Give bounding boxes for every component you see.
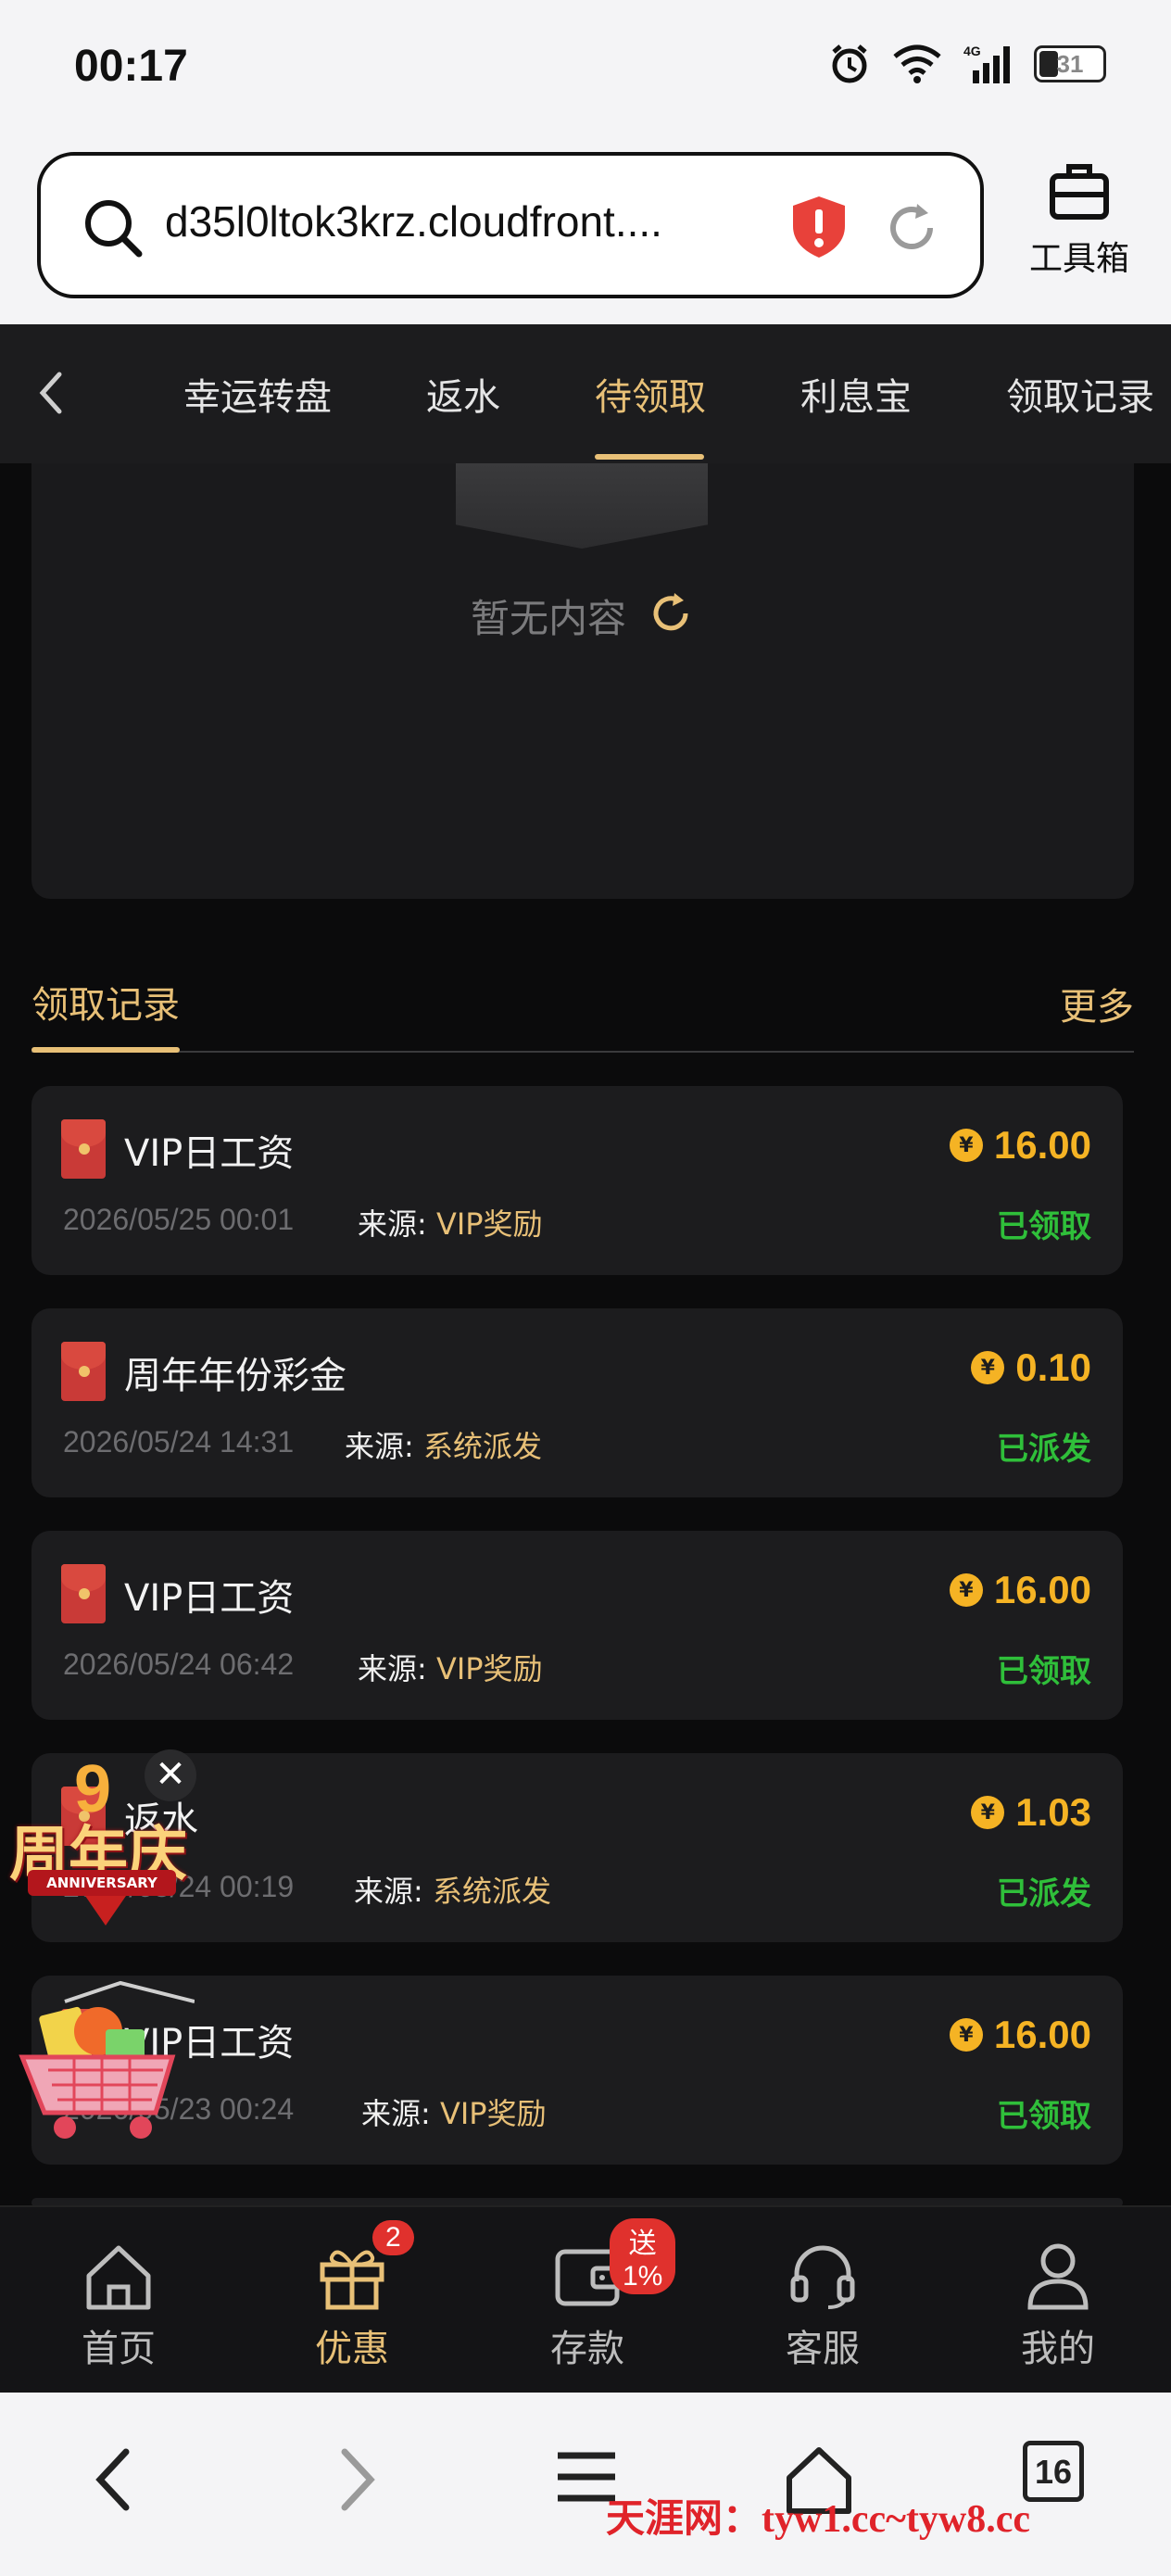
record-amount: ¥1.03 xyxy=(971,1790,1091,1835)
browser-toolbar: d35l0ltok3krz.cloudfront.... 工具箱 xyxy=(0,139,1171,324)
security-warning-icon[interactable] xyxy=(789,195,849,259)
record-source: 来源: VIP奖励 xyxy=(361,2096,547,2131)
record-card[interactable]: VIP日工资 ¥16.00 2026/05/23 00:24 来源: VIP奖励… xyxy=(31,1976,1123,2165)
tab-lucky-wheel[interactable]: 幸运转盘 xyxy=(183,367,332,421)
records-header: 领取记录 更多 xyxy=(31,964,1134,1053)
toolbox-label: 工具箱 xyxy=(1028,240,1129,278)
record-amount: ¥16.00 xyxy=(949,1568,1091,1612)
shopping-cart-icon[interactable] xyxy=(9,1974,195,2150)
nav-deposit-label: 存款 xyxy=(550,2328,624,2370)
record-card[interactable]: VIP日工资 ¥16.00 2026/05/24 06:42 来源: VIP奖励… xyxy=(31,1531,1123,1720)
more-link[interactable]: 更多 xyxy=(1060,977,1134,1030)
close-badge-button[interactable]: ✕ xyxy=(145,1749,196,1801)
records-title: 领取记录 xyxy=(31,984,180,1027)
browser-back-icon[interactable] xyxy=(87,2444,143,2515)
deposit-bonus-badge: 送1% xyxy=(610,2218,676,2294)
record-title: 周年年份彩金 xyxy=(124,1355,346,1397)
record-amount: ¥0.10 xyxy=(971,1345,1091,1390)
tab-interest[interactable]: 利息宝 xyxy=(800,367,912,421)
record-status: 已派发 xyxy=(997,1875,1091,1913)
record-title: VIP日工资 xyxy=(124,1132,295,1175)
nav-profile[interactable]: 我的 xyxy=(984,2241,1132,2372)
tab-claim-history[interactable]: 领取记录 xyxy=(1006,367,1154,421)
nav-promotions[interactable]: 优惠 2 xyxy=(278,2220,426,2372)
nav-support[interactable]: 客服 xyxy=(749,2241,897,2372)
nav-home-label: 首页 xyxy=(82,2328,156,2370)
status-icons: 4G 31 xyxy=(828,43,1106,85)
red-envelope-icon xyxy=(61,1119,106,1179)
search-icon xyxy=(85,200,143,258)
signal-icon: 4G xyxy=(963,44,1010,83)
nav-profile-label: 我的 xyxy=(1021,2328,1095,2370)
records-title-underline xyxy=(31,1047,180,1053)
record-amount: ¥16.00 xyxy=(949,2013,1091,2057)
record-card[interactable]: 周年年份彩金 ¥0.10 2026/05/24 14:31 来源: 系统派发 已… xyxy=(31,1308,1123,1497)
back-chevron-icon[interactable] xyxy=(28,365,74,421)
empty-box-icon xyxy=(456,463,708,549)
red-envelope-icon xyxy=(61,1342,106,1401)
toolbox-button[interactable]: 工具箱 xyxy=(1019,161,1140,280)
home-icon xyxy=(86,2245,151,2310)
record-source: 来源: VIP奖励 xyxy=(358,1206,543,1242)
record-status: 已领取 xyxy=(997,1653,1091,1690)
anniversary-ribbon: ANNIVERSARY xyxy=(28,1870,176,1896)
battery-level: 31 xyxy=(1056,50,1084,78)
browser-bottom-bar: 16 天涯网：tyw1.cc~tyw8.cc xyxy=(0,2393,1171,2576)
record-source: 来源: 系统派发 xyxy=(354,1874,551,1909)
wifi-icon xyxy=(893,44,941,83)
coin-icon: ¥ xyxy=(949,2018,983,2052)
record-source: 来源: 系统派发 xyxy=(345,1429,542,1464)
url-text: d35l0ltok3krz.cloudfront.... xyxy=(165,197,662,246)
coin-icon: ¥ xyxy=(949,1573,983,1607)
address-bar[interactable]: d35l0ltok3krz.cloudfront.... xyxy=(37,152,984,298)
alarm-icon xyxy=(832,44,867,83)
record-status: 已领取 xyxy=(997,1208,1091,1245)
coin-icon: ¥ xyxy=(949,1129,983,1162)
active-tab-indicator xyxy=(595,454,704,460)
promotions-badge: 2 xyxy=(372,2220,414,2255)
refresh-icon[interactable] xyxy=(647,589,695,638)
watermark-text: 天涯网：tyw1.cc~tyw8.cc xyxy=(606,2498,1031,2541)
record-status: 已派发 xyxy=(997,1431,1091,1468)
record-date: 2026/05/25 00:01 xyxy=(63,1203,295,1236)
tabs-count-button[interactable]: 16 xyxy=(1023,2441,1084,2502)
tab-rebate[interactable]: 返水 xyxy=(426,367,500,421)
coin-icon: ¥ xyxy=(971,1796,1005,1829)
toolbox-icon xyxy=(1050,164,1109,220)
record-date: 2026/05/24 06:42 xyxy=(63,1648,295,1681)
nav-promotions-label: 优惠 xyxy=(315,2328,389,2370)
record-amount: ¥16.00 xyxy=(949,1123,1091,1168)
record-title: VIP日工资 xyxy=(124,1577,295,1620)
user-icon xyxy=(1027,2243,1089,2310)
network-type: 4G xyxy=(963,44,981,58)
anniversary-tip xyxy=(85,1896,126,1926)
status-bar: 00:17 4G 31 xyxy=(0,0,1171,139)
nav-deposit[interactable]: 存款 送1% xyxy=(513,2218,676,2372)
coin-icon: ¥ xyxy=(971,1351,1005,1384)
tab-pending[interactable]: 待领取 xyxy=(595,367,706,421)
record-status: 已领取 xyxy=(997,2098,1091,2135)
pending-panel: 暂无内容 xyxy=(31,463,1134,899)
nav-home[interactable]: 首页 xyxy=(44,2241,193,2372)
battery-icon: 31 xyxy=(1034,45,1106,82)
status-time: 00:17 xyxy=(74,42,188,91)
empty-state-text: 暂无内容 xyxy=(471,596,627,641)
app-bottom-nav: 首页 优惠 2 存款 送1% 客服 我的 xyxy=(0,2205,1171,2393)
record-date: 2026/05/24 14:31 xyxy=(63,1425,295,1458)
category-tabs: 幸运转盘 返水 待领取 利息宝 领取记录 xyxy=(0,324,1171,463)
reload-icon[interactable] xyxy=(882,198,941,258)
red-envelope-icon xyxy=(61,1564,106,1623)
record-source: 来源: VIP奖励 xyxy=(358,1651,543,1686)
headset-icon xyxy=(790,2245,855,2309)
record-card[interactable]: VIP日工资 ¥16.00 2026/05/25 00:01 来源: VIP奖励… xyxy=(31,1086,1123,1275)
browser-forward-icon[interactable] xyxy=(328,2444,384,2515)
nav-support-label: 客服 xyxy=(786,2328,860,2370)
